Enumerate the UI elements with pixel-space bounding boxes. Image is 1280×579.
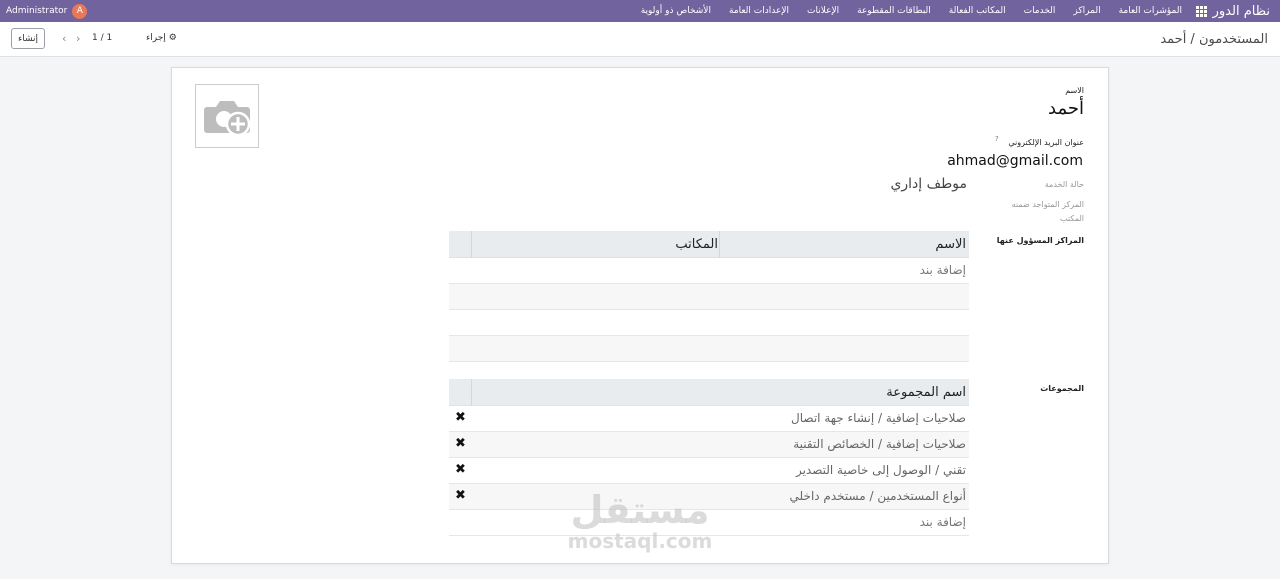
- responsible-centers-table: الاسم المكاتب إضافة بند: [449, 231, 969, 362]
- table-row: [449, 284, 969, 310]
- action-label: إجراء: [146, 33, 166, 43]
- menu-item-services[interactable]: الخدمات: [1024, 6, 1056, 16]
- action-button[interactable]: إجراء ⚙: [146, 33, 177, 43]
- service-status-label: حالة الخدمة: [1044, 180, 1084, 189]
- center-label: المركز المتواجد ضمنه: [1011, 200, 1084, 209]
- pager-value[interactable]: 1 / 1: [92, 33, 112, 43]
- group-name-cell[interactable]: صلاحيات إضافية / إنشاء جهة اتصال: [791, 411, 966, 425]
- gear-icon: ⚙: [168, 33, 177, 43]
- add-line-link[interactable]: إضافة بند: [920, 515, 966, 529]
- table-row[interactable]: صلاحيات إضافية / الخصائص التقنية ✖: [449, 432, 969, 458]
- table-row: [449, 310, 969, 336]
- main-menu: المؤشرات العامة المراكز الخدمات المكاتب …: [641, 0, 1182, 22]
- apps-grid-icon[interactable]: [1195, 5, 1207, 17]
- user-image-upload[interactable]: [195, 84, 259, 148]
- app-title: نظام الدور: [1212, 3, 1270, 19]
- column-divider: [471, 231, 472, 258]
- group-name-cell[interactable]: تقني / الوصول إلى خاصية التصدير: [796, 463, 966, 477]
- menu-item-priority-persons[interactable]: الأشخاص ذو أولوية: [641, 6, 711, 16]
- watermark-latin: mostaql.com: [567, 529, 713, 553]
- groups-label: المجموعات: [1040, 384, 1084, 393]
- user-menu[interactable]: Administrator A: [6, 0, 88, 22]
- menu-item-announcements[interactable]: الإعلانات: [807, 6, 839, 16]
- breadcrumb[interactable]: المستخدمون / أحمد: [1160, 32, 1268, 47]
- app-brand[interactable]: نظام الدور: [1195, 0, 1270, 22]
- column-offices[interactable]: المكاتب: [675, 237, 718, 252]
- table-header: اسم المجموعة: [449, 379, 969, 406]
- delete-row-icon[interactable]: ✖: [455, 488, 466, 503]
- column-name[interactable]: الاسم: [935, 237, 966, 252]
- menu-item-centers[interactable]: المراكز: [1073, 6, 1100, 16]
- avatar: A: [72, 3, 88, 19]
- menu-item-active-offices[interactable]: المكاتب الفعالة: [949, 6, 1006, 16]
- name-label: الاسم: [1065, 86, 1084, 95]
- table-row[interactable]: صلاحيات إضافية / إنشاء جهة اتصال ✖: [449, 406, 969, 432]
- delete-row-icon[interactable]: ✖: [455, 462, 466, 477]
- group-name-cell[interactable]: أنواع المستخدمين / مستخدم داخلي: [790, 489, 966, 503]
- delete-row-icon[interactable]: ✖: [455, 410, 466, 425]
- camera-add-icon: [204, 101, 251, 137]
- user-name: Administrator: [6, 6, 68, 16]
- watermark: مستقل mostaql.com: [560, 490, 720, 552]
- help-icon[interactable]: ?: [995, 135, 999, 143]
- table-row[interactable]: تقني / الوصول إلى خاصية التصدير ✖: [449, 458, 969, 484]
- create-button[interactable]: إنشاء: [11, 28, 45, 49]
- menu-item-general-settings[interactable]: الإعدادات العامة: [729, 6, 789, 16]
- column-divider: [719, 231, 720, 258]
- menu-item-cut-tickets[interactable]: البطاقات المقطوعة: [857, 6, 931, 16]
- column-group-name[interactable]: اسم المجموعة: [886, 385, 966, 400]
- table-row: إضافة بند: [449, 258, 969, 284]
- group-name-cell[interactable]: صلاحيات إضافية / الخصائص التقنية: [793, 437, 966, 451]
- watermark-arabic: مستقل: [570, 488, 710, 532]
- pager-next-icon[interactable]: ›: [76, 32, 80, 45]
- service-status-field[interactable]: موطف إداري: [890, 176, 967, 192]
- office-label: المكتب: [1060, 214, 1084, 223]
- table-row: [449, 336, 969, 362]
- menu-item-general-indicators[interactable]: المؤشرات العامة: [1119, 6, 1182, 16]
- table-header: الاسم المكاتب: [449, 231, 969, 258]
- email-label: عنوان البريد الإلكتروني: [1008, 138, 1084, 147]
- add-line-link[interactable]: إضافة بند: [920, 263, 966, 277]
- control-panel: المستخدمون / أحمد إنشاء ‹ › 1 / 1 إجراء …: [0, 22, 1280, 57]
- name-field[interactable]: أحمد: [1048, 98, 1084, 119]
- top-navbar: نظام الدور المؤشرات العامة المراكز الخدم…: [0, 0, 1280, 22]
- column-divider: [471, 379, 472, 406]
- delete-row-icon[interactable]: ✖: [455, 436, 466, 451]
- responsible-centers-label: المراكز المسؤول عنها: [996, 236, 1084, 245]
- pager-prev-icon[interactable]: ‹: [62, 32, 66, 45]
- email-field[interactable]: ahmad@gmail.com: [947, 153, 1083, 169]
